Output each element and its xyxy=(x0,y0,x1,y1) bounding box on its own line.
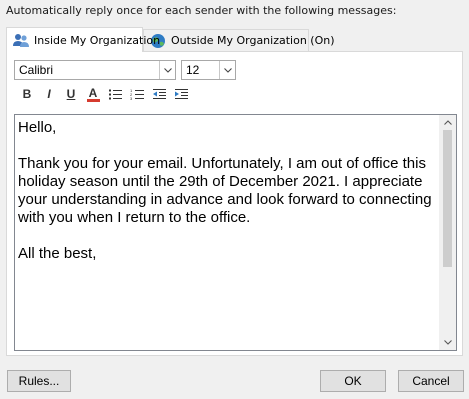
font-name-value: Calibri xyxy=(19,63,54,77)
message-editor[interactable]: Hello, Thank you for your email. Unfortu… xyxy=(14,114,457,351)
chevron-up-icon xyxy=(443,120,452,125)
decrease-indent-button[interactable] xyxy=(148,84,170,104)
font-color-button[interactable]: A xyxy=(82,84,104,104)
tab-outside-organization[interactable]: Outside My Organization (On) xyxy=(143,29,335,51)
italic-button[interactable]: I xyxy=(38,84,60,104)
message-body[interactable]: Hello, Thank you for your email. Unfortu… xyxy=(18,119,436,281)
font-color-letter: A xyxy=(88,85,98,100)
message-signoff: All the best, xyxy=(18,245,97,262)
increase-indent-icon xyxy=(174,88,188,99)
cancel-button[interactable]: Cancel xyxy=(398,370,464,392)
people-icon xyxy=(12,32,30,48)
vertical-scrollbar[interactable] xyxy=(439,115,456,350)
ok-button[interactable]: OK xyxy=(320,370,386,392)
message-paragraph: Thank you for your email. Unfortunately,… xyxy=(18,155,432,226)
scroll-up-arrow[interactable] xyxy=(439,115,456,130)
font-color-swatch xyxy=(86,98,100,102)
chevron-down-icon[interactable] xyxy=(219,61,235,79)
chevron-down-icon xyxy=(443,340,452,345)
numbering-button[interactable]: 1 2 3 xyxy=(126,84,148,104)
chevron-down-icon[interactable] xyxy=(159,61,175,79)
bold-button[interactable]: B xyxy=(16,84,38,104)
bullet-list-icon xyxy=(108,89,122,99)
svg-text:3: 3 xyxy=(130,96,133,101)
message-greeting: Hello, xyxy=(18,119,57,136)
tab-outside-organization-label: Outside My Organization (On) xyxy=(171,34,335,47)
font-size-dropdown[interactable]: 12 xyxy=(181,60,236,80)
increase-indent-button[interactable] xyxy=(170,84,192,104)
inside-organization-panel: Calibri 12 B I U A 1 2 3 Hello, Thank yo… xyxy=(6,51,463,356)
tab-inside-organization[interactable]: Inside My Organization xyxy=(6,27,160,52)
tab-inside-organization-label: Inside My Organization xyxy=(34,33,161,47)
numbered-list-icon: 1 2 3 xyxy=(130,88,144,101)
font-size-value: 12 xyxy=(186,63,200,77)
font-name-dropdown[interactable]: Calibri xyxy=(14,60,176,80)
underline-button[interactable]: U xyxy=(60,84,82,104)
rules-button[interactable]: Rules... xyxy=(7,370,71,392)
scrollbar-thumb[interactable] xyxy=(443,130,452,267)
decrease-indent-icon xyxy=(152,88,166,99)
bullets-button[interactable] xyxy=(104,84,126,104)
scroll-down-arrow[interactable] xyxy=(439,335,456,350)
format-toolbar: B I U A 1 2 3 xyxy=(16,84,192,104)
auto-reply-instruction: Automatically reply once for each sender… xyxy=(6,4,397,17)
